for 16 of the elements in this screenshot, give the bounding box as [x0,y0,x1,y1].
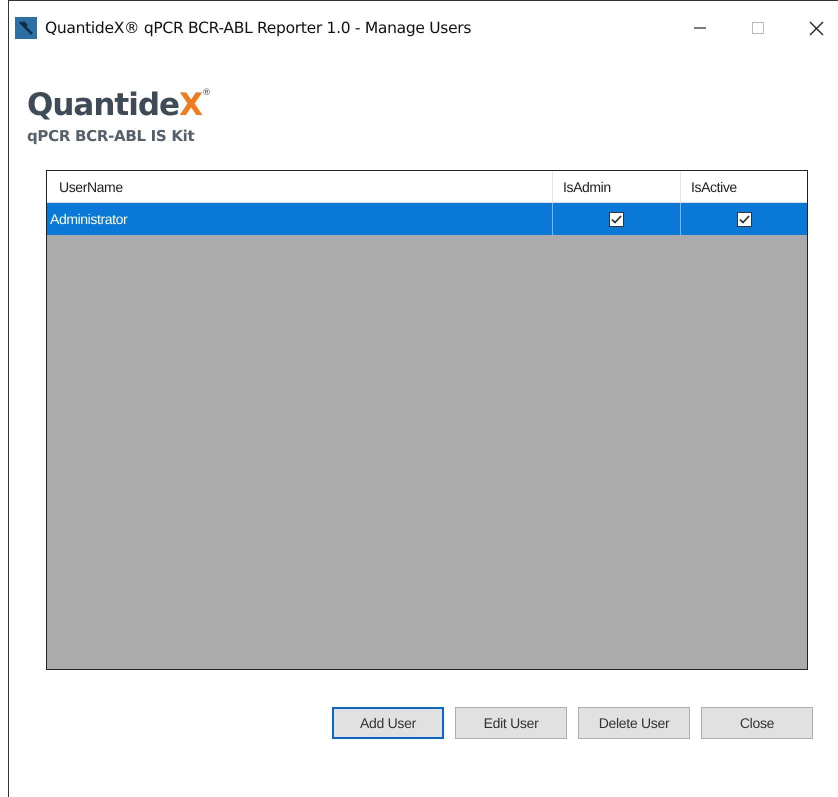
window-title: QuantideX® qPCR BCR-ABL Reporter 1.0 - Manage Users [45,19,472,37]
dialog-button[interactable]: Delete User [578,707,690,739]
dialog-button[interactable]: Edit User [455,707,567,739]
checkbox[interactable] [609,212,624,226]
logo-subtitle: qPCR BCR-ABL IS Kit [27,127,196,145]
logo-wordmark: QuantideX$^{®}$ [27,86,210,123]
app-icon [15,17,37,39]
table-row[interactable]: Administrator [47,203,807,235]
checkbox[interactable] [736,212,752,226]
close-icon[interactable] [809,20,824,36]
table-cell: Administrator [50,211,128,227]
column-header[interactable]: IsAdmin [552,171,680,202]
column-header[interactable]: IsActive [680,171,807,202]
column-header[interactable]: UserName [47,171,552,202]
dialog-button[interactable]: Close [701,707,813,739]
dialog-button[interactable]: Add User [332,707,444,739]
